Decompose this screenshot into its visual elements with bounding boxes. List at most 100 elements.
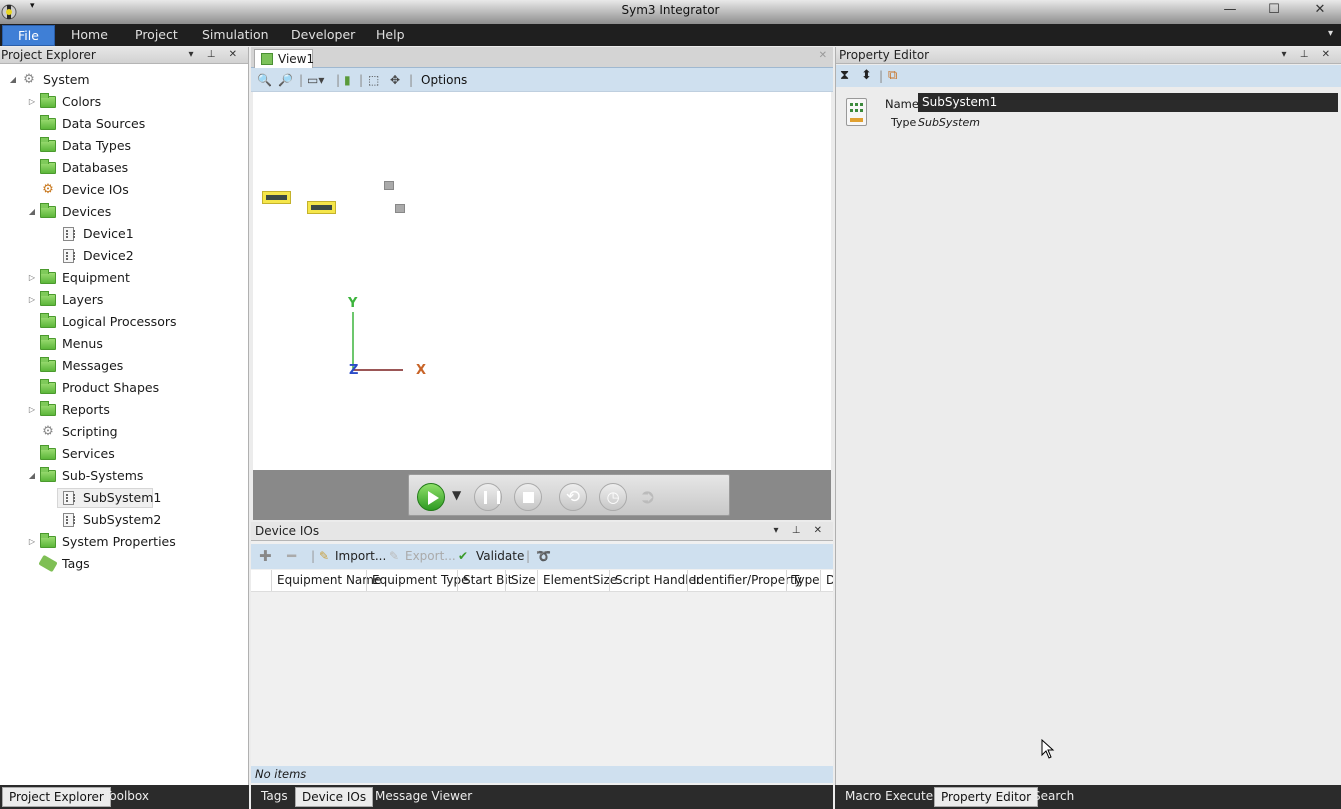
device1-shape[interactable] — [262, 191, 291, 204]
col-start-bit[interactable]: Start Bit — [457, 570, 512, 591]
name-field[interactable]: SubSystem1 — [918, 93, 1338, 112]
import-button[interactable]: Import... — [335, 548, 386, 564]
tab-message-viewer[interactable]: Message Viewer — [369, 787, 478, 807]
tree-item-label: Device IOs — [62, 182, 129, 197]
tree-item-databases[interactable]: Databases — [0, 157, 249, 179]
play-options-dropdown-icon[interactable]: ▼ — [452, 488, 461, 502]
tree-item-label: Colors — [62, 94, 102, 109]
close-window-button[interactable]: ✕ — [1310, 2, 1330, 18]
clock-icon[interactable]: ◷ — [599, 483, 627, 511]
close-view-icon[interactable]: ✕ — [819, 50, 827, 61]
menu-home[interactable]: Home — [71, 27, 108, 42]
folder-icon — [40, 93, 56, 108]
tree-item-system-properties[interactable]: ▷ System Properties — [0, 531, 249, 553]
collapsed-arrow-icon[interactable]: ▷ — [27, 91, 37, 113]
tab-project-explorer[interactable]: Project Explorer — [2, 787, 111, 807]
tree-item-scripting[interactable]: ⚙ Scripting — [0, 421, 249, 443]
tab-macro-executer[interactable]: Macro Executer — [839, 787, 944, 807]
tree-item-data-sources[interactable]: Data Sources — [0, 113, 249, 135]
subsystem2-shape[interactable] — [395, 204, 405, 213]
tab-tags[interactable]: Tags — [255, 787, 294, 807]
expanded-arrow-icon[interactable]: ◢ — [27, 201, 37, 223]
tab-search[interactable]: Search — [1027, 787, 1080, 807]
tree-item-device-ios[interactable]: ⚙ Device IOs — [0, 179, 249, 201]
zoom-in-icon[interactable]: 🔍 — [257, 72, 272, 88]
play-button[interactable] — [417, 483, 445, 511]
collapse-all-icon[interactable]: ⧗ — [840, 68, 849, 84]
menu-file[interactable]: File — [2, 25, 55, 46]
tree-item-services[interactable]: Services — [0, 443, 249, 465]
minimize-button[interactable]: — — [1220, 2, 1240, 18]
tree-item-data-types[interactable]: Data Types — [0, 135, 249, 157]
tab-toolbox[interactable]: Toolbox — [98, 787, 155, 807]
menu-project[interactable]: Project — [135, 27, 178, 42]
panel-controls[interactable]: ▾ ⊥ ✕ — [189, 47, 242, 63]
maximize-button[interactable]: ☐ — [1264, 2, 1284, 18]
collapsed-arrow-icon[interactable]: ▷ — [27, 531, 37, 553]
panel-controls[interactable]: ▾ ⊥ ✕ — [1282, 47, 1335, 63]
remove-icon[interactable]: ━ — [287, 548, 296, 564]
ribbon-collapse-icon[interactable]: ▾ — [1328, 28, 1333, 39]
validate-button[interactable]: Validate — [476, 548, 524, 564]
col-size[interactable]: Size — [505, 570, 537, 591]
menu-developer[interactable]: Developer — [291, 27, 355, 42]
property-pages-icon[interactable]: ⧉ — [888, 68, 897, 84]
tree-item-equipment[interactable]: ▷ Equipment — [0, 267, 249, 289]
col-type[interactable]: Type — [786, 570, 820, 591]
tree-item-tags[interactable]: Tags — [0, 553, 249, 575]
collapsed-arrow-icon[interactable]: ▷ — [27, 289, 37, 311]
tree-item-product-shapes[interactable]: Product Shapes — [0, 377, 249, 399]
tree-item-label: Logical Processors — [62, 314, 177, 329]
tree-item-logical-processors[interactable]: Logical Processors — [0, 311, 249, 333]
col-d[interactable]: D — [820, 570, 833, 591]
device-ios-toolbar: ✚ ━ | ✎ Import... ✎ Export... ✔ Validate… — [251, 544, 833, 569]
expanded-arrow-icon[interactable]: ◢ — [27, 465, 37, 487]
col-element-size[interactable]: ElementSize — [537, 570, 617, 591]
tree-item-device1[interactable]: Device1 — [0, 223, 249, 245]
shape-select-icon[interactable]: ▭▾ — [307, 72, 324, 88]
tab-property-editor[interactable]: Property Editor — [934, 787, 1039, 807]
collapsed-arrow-icon[interactable]: ▷ — [27, 399, 37, 421]
zoom-out-icon[interactable]: 🔎 — [278, 72, 293, 88]
tree-item-sub-systems[interactable]: ◢ Sub-Systems — [0, 465, 249, 487]
stop-button[interactable] — [514, 483, 542, 511]
tree-item-menus[interactable]: Menus — [0, 333, 249, 355]
tree-item-system[interactable]: ◢ ⚙ System — [0, 69, 249, 91]
view-canvas[interactable]: Y X Z — [253, 92, 831, 470]
col-script-handler[interactable]: Script Handler — [609, 570, 701, 591]
col-equipment-name[interactable]: Equipment Name — [271, 570, 381, 591]
tree-item-messages[interactable]: Messages — [0, 355, 249, 377]
panel-controls[interactable]: ▾ ⊥ ✕ — [774, 522, 827, 540]
collapsed-arrow-icon[interactable]: ▷ — [27, 267, 37, 289]
export-button[interactable]: Export... — [405, 548, 456, 564]
tree-item-reports[interactable]: ▷ Reports — [0, 399, 249, 421]
project-tree: ◢ ⚙ System ▷ Colors Data Sources Data Types Dat… — [0, 69, 249, 575]
reset-icon[interactable]: ⟲ — [559, 483, 587, 511]
menu-simulation[interactable]: Simulation — [202, 27, 269, 42]
tree-item-layers[interactable]: ▷ Layers — [0, 289, 249, 311]
add-icon[interactable]: ✚ — [259, 548, 272, 564]
pan-icon[interactable]: ✥ — [390, 72, 400, 88]
col-equipment-type[interactable]: Equipment Type — [366, 570, 469, 591]
equipment-icon[interactable]: ▮ — [344, 72, 351, 88]
menu-help[interactable]: Help — [376, 27, 405, 42]
col-identifier-property[interactable]: Identifier/Property — [687, 570, 802, 591]
refresh-icon[interactable]: ➰ — [536, 548, 551, 564]
device2-shape[interactable] — [307, 201, 336, 214]
pause-button[interactable] — [474, 483, 502, 511]
tab-device-ios[interactable]: Device IOs — [295, 787, 374, 807]
tree-item-devices[interactable]: ◢ Devices — [0, 201, 249, 223]
tree-item-subsystem1[interactable]: SubSystem1 — [0, 487, 249, 509]
subsystem1-shape[interactable] — [384, 181, 394, 190]
options-button[interactable]: Options — [421, 72, 467, 88]
tree-item-device2[interactable]: Device2 — [0, 245, 249, 267]
tree-item-label: Product Shapes — [62, 380, 160, 395]
marquee-select-icon[interactable]: ⬚ — [368, 72, 379, 88]
expanded-arrow-icon[interactable]: ◢ — [8, 69, 18, 91]
expand-all-icon[interactable]: ⬍ — [861, 68, 872, 84]
tree-item-subsystem2[interactable]: SubSystem2 — [0, 509, 249, 531]
tree-item-label: Reports — [62, 402, 110, 417]
step-forward-icon[interactable]: ➲ — [639, 484, 656, 508]
tree-item-colors[interactable]: ▷ Colors — [0, 91, 249, 113]
tab-view1[interactable]: View1 — [254, 49, 314, 69]
